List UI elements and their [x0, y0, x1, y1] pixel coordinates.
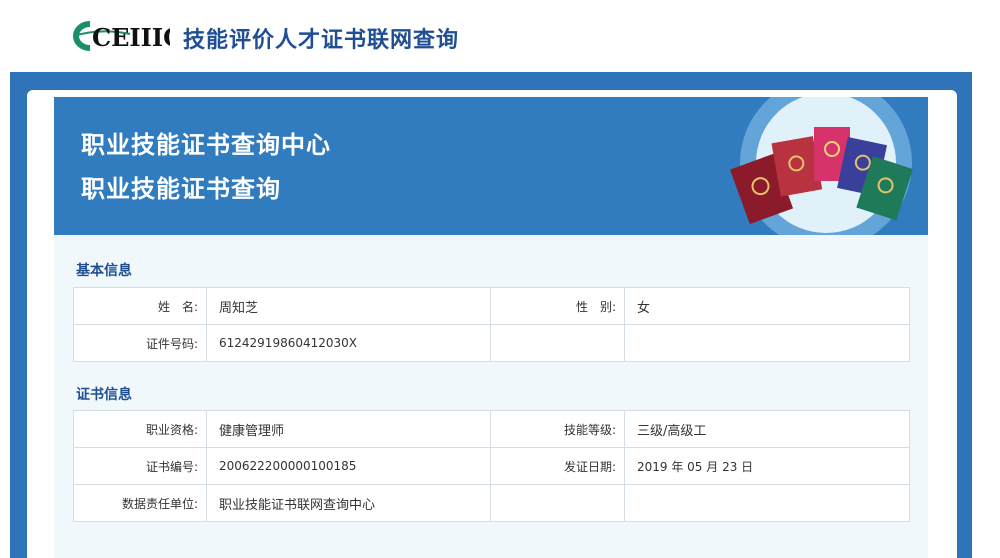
- ceiiic-logo-icon[interactable]: CEIIIC: [70, 18, 170, 54]
- basic-info-table: 姓 名: 周知芝 性 别: 女 证件号码: 61242919860412030X: [73, 287, 910, 362]
- responsible-unit-value: 职业技能证书联网查询中心: [206, 484, 491, 522]
- gender-label: 性 别:: [490, 287, 625, 325]
- logo-text: CEIIIC: [92, 23, 170, 52]
- cert-number-value: 2006222000001001​85: [206, 447, 491, 485]
- name-label: 姓 名:: [73, 287, 207, 325]
- table-row: 职业资格: 健康管理师 技能等级: 三级/高级工: [73, 410, 910, 448]
- skill-level-value: 三级/高级工: [624, 410, 910, 448]
- empty-value-cell: [624, 324, 910, 362]
- name-value: 周知芝: [206, 287, 491, 325]
- issue-date-value: 2019 年 05 月 23 日: [624, 447, 910, 485]
- table-row: 证件号码: 61242919860412030X: [73, 324, 910, 362]
- certificate-books-icon: [729, 97, 913, 235]
- banner: 职业技能证书查询中心 职业技能证书查询: [54, 97, 928, 235]
- issue-date-label: 发证日期:: [490, 447, 625, 485]
- id-number-value: 61242919860412030X: [206, 324, 491, 362]
- basic-info-title: 基本信息: [76, 263, 132, 279]
- banner-title-primary: 职业技能证书查询中心: [81, 131, 331, 159]
- gender-value: 女: [624, 287, 910, 325]
- cert-info-table: 职业资格: 健康管理师 技能等级: 三级/高级工 证书编号: 200622200…: [73, 410, 910, 522]
- responsible-unit-label: 数据责任单位:: [73, 484, 207, 522]
- empty-label-cell: [490, 324, 625, 362]
- site-title: 技能评价人才证书联网查询: [183, 28, 460, 53]
- cert-number-label: 证书编号:: [73, 447, 207, 485]
- table-row: 数据责任单位: 职业技能证书联网查询中心: [73, 484, 910, 522]
- empty-value-cell: [624, 484, 910, 522]
- qualification-label: 职业资格:: [73, 410, 207, 448]
- banner-title-secondary: 职业技能证书查询: [81, 175, 281, 203]
- id-number-label: 证件号码:: [73, 324, 207, 362]
- table-row: 证书编号: 2006222000001001​85 发证日期: 2019 年 0…: [73, 447, 910, 485]
- skill-level-label: 技能等级:: [490, 410, 625, 448]
- qualification-value: 健康管理师: [206, 410, 491, 448]
- table-row: 姓 名: 周知芝 性 别: 女: [73, 287, 910, 325]
- cert-info-title: 证书信息: [76, 387, 132, 403]
- site-header: CEIIIC 技能评价人才证书联网查询: [0, 0, 1000, 72]
- empty-label-cell: [490, 484, 625, 522]
